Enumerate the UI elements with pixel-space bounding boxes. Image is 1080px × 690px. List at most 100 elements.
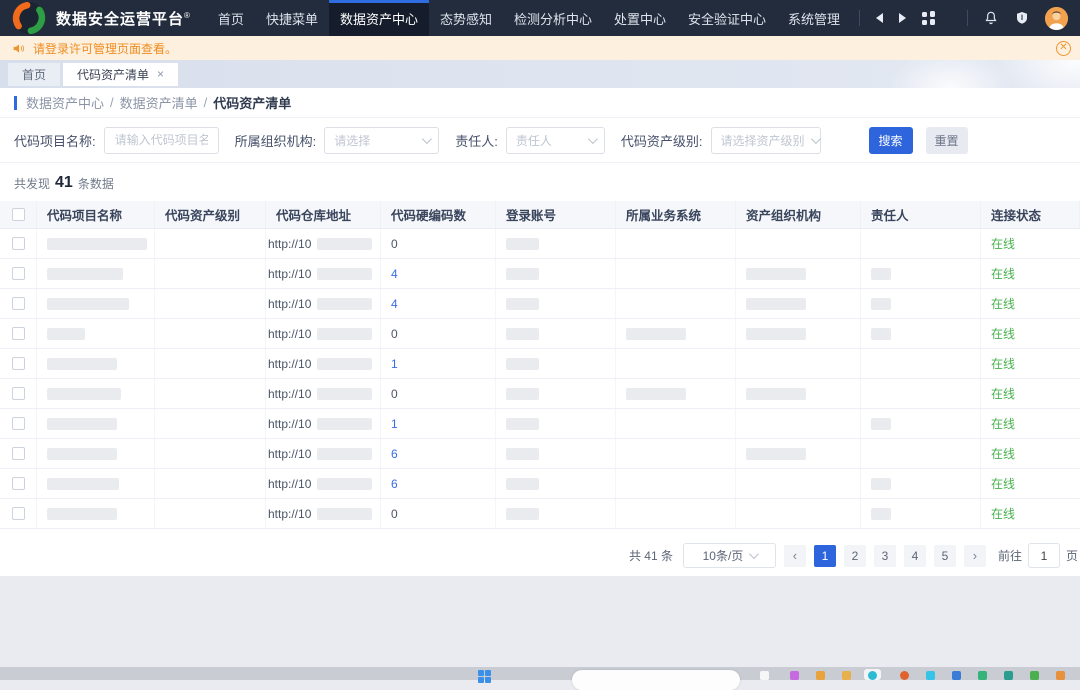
cell-asset-level — [155, 229, 266, 258]
page-button-2[interactable]: 2 — [844, 545, 866, 567]
breadcrumb-item-1[interactable]: 数据资产中心 — [26, 93, 104, 112]
user-avatar[interactable] — [1045, 7, 1068, 30]
redacted-asset-org — [746, 388, 806, 400]
goto-page-label: 前往 — [998, 547, 1022, 564]
chevron-down-icon — [422, 134, 432, 144]
tab-code-asset-list[interactable]: 代码资产清单 × — [63, 63, 178, 86]
taskbar-app-icon[interactable] — [900, 671, 909, 680]
hardcode-count-value[interactable]: 1 — [391, 417, 398, 431]
apps-grid-icon[interactable] — [922, 11, 936, 25]
nav-item-home[interactable]: 首页 — [207, 0, 255, 36]
row-checkbox[interactable] — [12, 267, 25, 280]
row-checkbox[interactable] — [12, 417, 25, 430]
repo-url-prefix: http://10 — [268, 327, 311, 341]
row-checkbox[interactable] — [12, 447, 25, 460]
chevron-down-icon — [588, 134, 598, 144]
cell-asset-level — [155, 439, 266, 468]
owner-select[interactable]: 责任人 — [506, 127, 605, 154]
nav-item-data-asset-center[interactable]: 数据资产中心 — [329, 0, 429, 36]
cell-asset-org — [736, 409, 861, 438]
cell-owner — [861, 439, 981, 468]
table-row: http://100在线 — [0, 229, 1080, 259]
nav-forward-arrow-icon[interactable] — [899, 13, 906, 23]
status-online-text: 在线 — [991, 325, 1015, 342]
row-checkbox[interactable] — [12, 297, 25, 310]
redacted-project-name — [47, 238, 147, 250]
cell-login-account — [496, 259, 616, 288]
nav-item-situation-awareness[interactable]: 态势感知 — [429, 0, 503, 36]
cell-project-name — [37, 499, 155, 528]
breadcrumb-item-2[interactable]: 数据资产清单 — [120, 93, 198, 112]
taskbar-app-icon[interactable] — [868, 671, 877, 680]
cell-owner — [861, 349, 981, 378]
taskbar-app-icon[interactable] — [790, 671, 799, 680]
owner-label: 责任人: — [455, 131, 498, 150]
nav-back-arrow-icon[interactable] — [876, 13, 883, 23]
row-checkbox[interactable] — [12, 357, 25, 370]
hardcode-count-value[interactable]: 1 — [391, 357, 398, 371]
page-tab-bar: 首页 代码资产清单 × — [0, 60, 1080, 88]
hardcode-count-value[interactable]: 4 — [391, 267, 398, 281]
taskbar-app-icon[interactable] — [1056, 671, 1065, 680]
taskbar-app-icon[interactable] — [842, 671, 851, 680]
taskbar-app-icon[interactable] — [1030, 671, 1039, 680]
org-select[interactable]: 请选择 — [324, 127, 439, 154]
page-button-4[interactable]: 4 — [904, 545, 926, 567]
repo-url-prefix: http://10 — [268, 267, 311, 281]
hardcode-count-value[interactable]: 4 — [391, 297, 398, 311]
hardcode-count-value[interactable]: 6 — [391, 477, 398, 491]
cell-owner — [861, 499, 981, 528]
search-button[interactable]: 搜索 — [869, 127, 913, 154]
redacted-owner — [871, 298, 891, 310]
tab-close-icon[interactable]: × — [157, 68, 164, 80]
next-page-button[interactable]: › — [964, 545, 986, 567]
cell-login-account — [496, 349, 616, 378]
page-size-select[interactable]: 10条/页 — [683, 543, 776, 568]
taskbar-app-icon[interactable] — [760, 671, 769, 680]
taskbar-search-box[interactable] — [572, 670, 740, 690]
nav-item-quick-menu[interactable]: 快捷菜单 — [255, 0, 329, 36]
nav-item-detection-analysis[interactable]: 检测分析中心 — [503, 0, 603, 36]
nav-item-system-management[interactable]: 系统管理 — [777, 0, 851, 36]
taskbar-app-icon[interactable] — [952, 671, 961, 680]
cell-connection-status: 在线 — [981, 439, 1080, 468]
cell-hardcode-count: 0 — [381, 379, 496, 408]
announcement-close-icon[interactable]: ✕ — [1056, 41, 1071, 56]
nav-item-security-verification[interactable]: 安全验证中心 — [677, 0, 777, 36]
select-all-checkbox[interactable] — [12, 208, 25, 221]
goto-page-input[interactable] — [1028, 543, 1060, 568]
redacted-project-name — [47, 478, 119, 490]
row-checkbox[interactable] — [12, 477, 25, 490]
redacted-repo-url — [317, 508, 372, 520]
asset-level-select[interactable]: 请选择资产级别 — [711, 127, 821, 154]
result-summary: 共发现 41 条数据 — [0, 163, 1080, 201]
notification-bell-icon[interactable] — [983, 10, 999, 26]
cell-login-account — [496, 409, 616, 438]
redacted-repo-url — [317, 448, 372, 460]
taskbar-app-icon[interactable] — [926, 671, 935, 680]
cell-owner — [861, 319, 981, 348]
tab-home[interactable]: 首页 — [8, 63, 60, 86]
page-button-1[interactable]: 1 — [814, 545, 836, 567]
taskbar-app-icon[interactable] — [978, 671, 987, 680]
row-checkbox[interactable] — [12, 237, 25, 250]
cell-asset-org — [736, 289, 861, 318]
page-button-3[interactable]: 3 — [874, 545, 896, 567]
security-badge-icon[interactable] — [1014, 10, 1030, 26]
page-button-5[interactable]: 5 — [934, 545, 956, 567]
column-header-project-name: 代码项目名称 — [37, 201, 155, 228]
windows-start-icon[interactable] — [478, 670, 491, 683]
reset-button[interactable]: 重置 — [926, 127, 968, 154]
prev-page-button[interactable]: ‹ — [784, 545, 806, 567]
row-checkbox[interactable] — [12, 327, 25, 340]
hardcode-count-value[interactable]: 6 — [391, 447, 398, 461]
nav-item-disposal-center[interactable]: 处置中心 — [603, 0, 677, 36]
row-checkbox[interactable] — [12, 387, 25, 400]
table-row: http://106在线 — [0, 439, 1080, 469]
row-checkbox[interactable] — [12, 507, 25, 520]
cell-project-name — [37, 439, 155, 468]
taskbar-app-icon[interactable] — [816, 671, 825, 680]
cell-repo-url: http://10 — [266, 409, 381, 438]
project-name-input[interactable] — [104, 127, 219, 154]
taskbar-app-icon[interactable] — [1004, 671, 1013, 680]
